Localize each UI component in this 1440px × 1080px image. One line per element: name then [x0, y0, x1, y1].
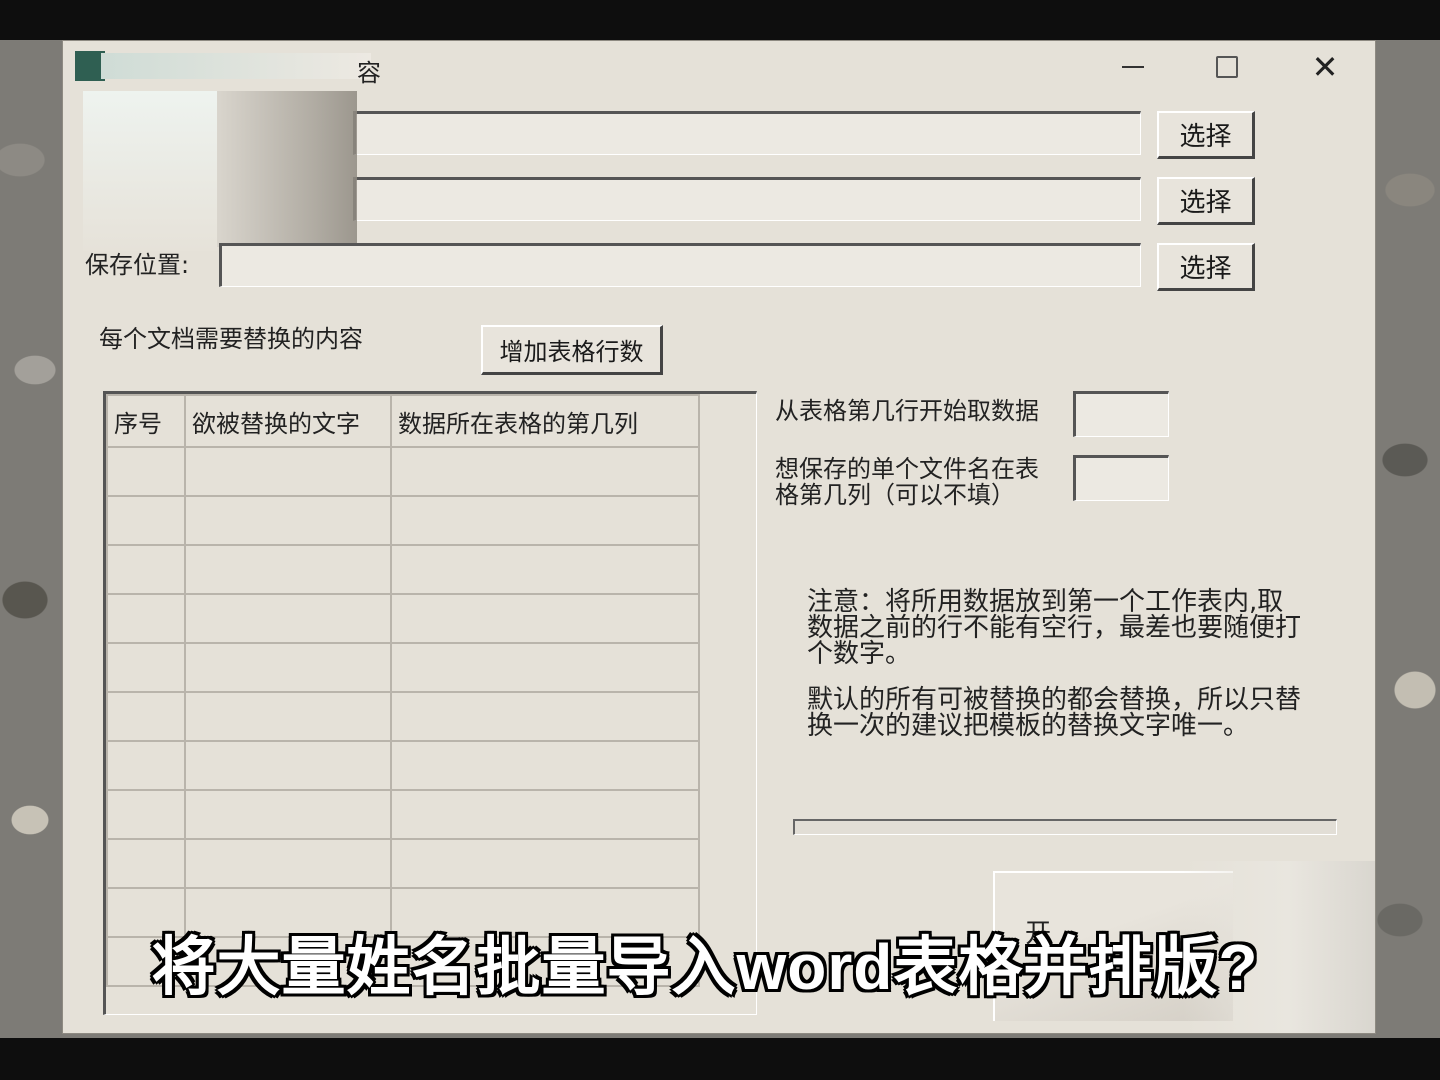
choose-button-2[interactable]: 选择: [1157, 177, 1255, 225]
table-cell[interactable]: [184, 838, 392, 889]
table-row: [106, 838, 700, 889]
table-cell[interactable]: [184, 446, 392, 497]
title-blur-overlay: [101, 53, 371, 79]
note-2-line-2: 换一次的建议把模板的替换文字唯一。: [807, 711, 1250, 741]
add-table-rows-button[interactable]: 增加表格行数: [481, 325, 663, 375]
table-row: [106, 544, 700, 595]
table-row: [106, 642, 700, 693]
note-2-line-1: 默认的所有可被替换的都会替换，所以只替: [807, 685, 1302, 715]
table-row: [106, 593, 700, 644]
save-location-input[interactable]: [222, 246, 1140, 286]
column-header-index[interactable]: 序号: [106, 394, 186, 448]
filename-col-label-line2: 格第几列（可以不填）: [775, 481, 1015, 509]
note-1-line-1: 注意：将所用数据放到第一个工作表内,取: [807, 587, 1284, 617]
table-cell[interactable]: [106, 691, 186, 742]
file-path-field-2[interactable]: [353, 177, 1141, 221]
close-button[interactable]: ✕: [1295, 47, 1355, 87]
minimize-icon: [1122, 66, 1144, 68]
video-letterbox-bottom: [0, 1038, 1440, 1080]
app-window: 容 ✕ 选择 选择 保存位置: 选择 每个文档需要替换的内容 增加表格行数 序号…: [62, 40, 1376, 1034]
table-cell[interactable]: [390, 446, 700, 497]
table-cell[interactable]: [184, 544, 392, 595]
column-header-column[interactable]: 数据所在表格的第几列: [390, 394, 700, 448]
video-subtitle: 将大量姓名批量导入word表格并排版?: [151, 931, 1259, 1003]
start-row-field[interactable]: [1073, 391, 1169, 437]
table-cell[interactable]: [106, 495, 186, 546]
table-cell[interactable]: [184, 740, 392, 791]
filename-col-field[interactable]: [1073, 455, 1169, 501]
maximize-button[interactable]: [1197, 47, 1257, 87]
table-cell[interactable]: [390, 740, 700, 791]
table-cell[interactable]: [184, 789, 392, 840]
choose-button-1[interactable]: 选择: [1157, 111, 1255, 159]
maximize-icon: [1216, 56, 1238, 78]
table-cell[interactable]: [390, 544, 700, 595]
table-cell[interactable]: [106, 789, 186, 840]
column-header-text[interactable]: 欲被替换的文字: [184, 394, 392, 448]
table-cell[interactable]: [390, 495, 700, 546]
replace-section-label: 每个文档需要替换的内容: [99, 325, 363, 353]
choose-button-3[interactable]: 选择: [1157, 243, 1255, 291]
note-1-line-3: 个数字。: [807, 639, 912, 669]
table-cell[interactable]: [106, 544, 186, 595]
table-cell[interactable]: [390, 642, 700, 693]
file-path-input-2[interactable]: [356, 180, 1140, 220]
table-cell[interactable]: [106, 446, 186, 497]
blur-overlay-left: [83, 91, 217, 251]
table-cell[interactable]: [106, 642, 186, 693]
table-cell[interactable]: [106, 740, 186, 791]
note-1-line-2: 数据之前的行不能有空行，最差也要随便打: [807, 613, 1302, 643]
save-location-field[interactable]: [219, 243, 1141, 287]
table-cell[interactable]: [184, 495, 392, 546]
file-path-field-1[interactable]: [353, 111, 1141, 155]
table-row: [106, 495, 700, 546]
table-header-row: 序号 欲被替换的文字 数据所在表格的第几列: [106, 394, 700, 448]
table-cell[interactable]: [390, 789, 700, 840]
video-letterbox-top: [0, 0, 1440, 40]
progress-bar: [793, 819, 1337, 835]
replace-grid: 序号 欲被替换的文字 数据所在表格的第几列: [106, 394, 700, 987]
table-cell[interactable]: [184, 593, 392, 644]
save-location-label: 保存位置:: [85, 251, 190, 279]
table-cell[interactable]: [184, 691, 392, 742]
table-row: [106, 789, 700, 840]
close-icon: ✕: [1311, 48, 1339, 86]
blur-overlay-labels: [217, 91, 357, 247]
minimize-button[interactable]: [1103, 47, 1163, 87]
title-bar[interactable]: 容 ✕: [63, 41, 1375, 97]
table-cell[interactable]: [390, 593, 700, 644]
table-cell[interactable]: [184, 642, 392, 693]
table-cell[interactable]: [390, 691, 700, 742]
table-row: [106, 740, 700, 791]
table-cell[interactable]: [390, 838, 700, 889]
table-row: [106, 691, 700, 742]
table-cell[interactable]: [106, 838, 186, 889]
filename-col-label-line1: 想保存的单个文件名在表: [775, 455, 1039, 483]
table-cell[interactable]: [106, 593, 186, 644]
file-path-input-1[interactable]: [356, 114, 1140, 154]
table-row: [106, 446, 700, 497]
start-row-label: 从表格第几行开始取数据: [775, 397, 1039, 425]
window-title: 容: [357, 59, 381, 87]
